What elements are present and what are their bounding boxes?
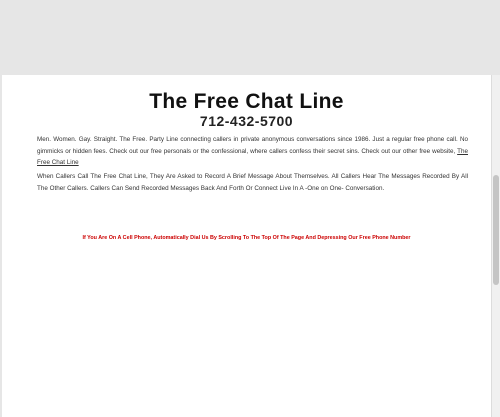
phone-number[interactable]: 712-432-5700 bbox=[2, 113, 491, 129]
page-title: The Free Chat Line bbox=[149, 90, 344, 113]
intro-paragraph: Men. Women. Gay. Straight. The Free. Par… bbox=[37, 134, 468, 169]
scrollbar-thumb[interactable] bbox=[493, 175, 499, 285]
main-content: The Free Chat Line 712-432-5700 Men. Wom… bbox=[2, 75, 491, 417]
intro-text: Men. Women. Gay. Straight. The Free. Par… bbox=[37, 136, 468, 155]
description-paragraph: When Callers Call The Free Chat Line, Th… bbox=[37, 173, 468, 192]
cell-phone-notice: If You Are On A Cell Phone, Automaticall… bbox=[82, 235, 411, 241]
vertical-scrollbar[interactable] bbox=[491, 75, 500, 417]
